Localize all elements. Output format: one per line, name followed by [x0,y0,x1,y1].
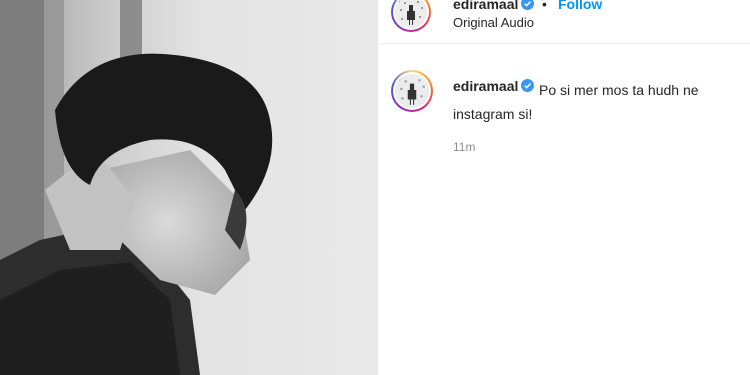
avatar-image [395,74,429,108]
post-video[interactable] [0,0,378,375]
audio-label[interactable]: Original Audio [453,15,534,30]
caption-text: Po si mer mos ta hudh ne instagram si! [453,78,733,126]
post-author-label[interactable]: ediramaal [453,0,518,12]
avatar-image [395,0,427,28]
caption-timestamp[interactable]: 11m [453,140,475,154]
follow-button[interactable]: Follow [558,0,602,12]
caption-author-avatar[interactable] [391,70,433,112]
verified-badge-icon [521,0,535,10]
author-avatar[interactable] [391,0,431,32]
video-frame [0,0,273,375]
post-header: ediramaal • Follow Original Audio [378,0,750,44]
post-side-panel: ediramaal • Follow Original Audio ediram… [378,0,750,375]
separator-dot: • [542,0,547,12]
post-author-name[interactable]: ediramaal [453,0,535,12]
caption-body: Po si mer mos ta hudh ne instagram si! [453,82,699,122]
